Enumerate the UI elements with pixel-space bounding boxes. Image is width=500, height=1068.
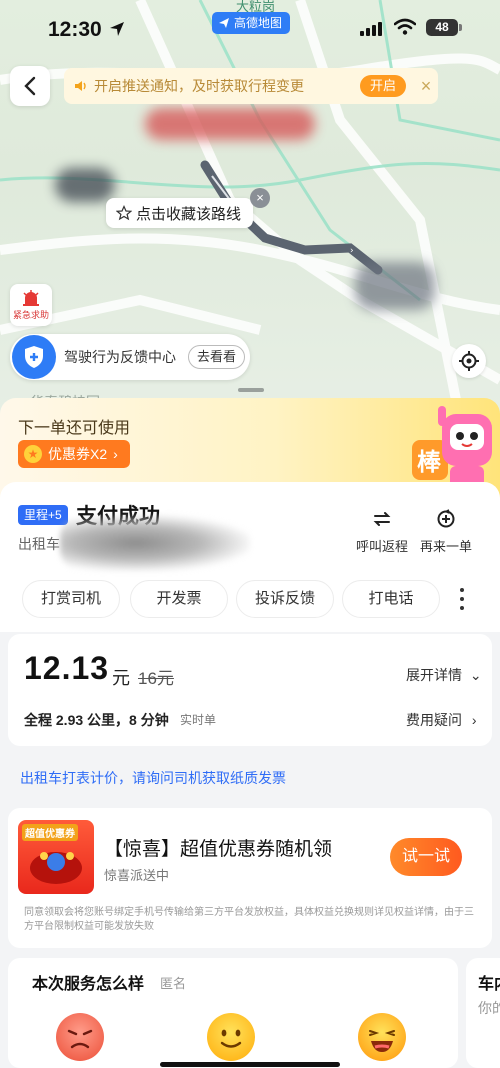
fare-unit: 元 <box>112 668 130 688</box>
cell-signal-icon <box>360 22 382 36</box>
trip-summary: 全程 2.93 公里，8 分钟 <box>24 712 169 728</box>
consent-text: 同意领取会将您账号绑定手机号传输给第三方平台发放权益，具体权益兑换规则详见权益详… <box>24 907 474 932</box>
call-driver-button[interactable]: 打电话 <box>342 580 440 618</box>
taxi-invoice-note: 出租车打表计价，请询问司机获取纸质发票 <box>20 770 286 786</box>
star-outline-icon <box>116 205 132 221</box>
coupon-thumbnail: 超值优惠券 <box>18 820 94 894</box>
smile-face-icon[interactable] <box>206 1012 256 1062</box>
expand-details-link[interactable]: 展开详情 ⌄ <box>406 665 482 685</box>
back-button[interactable] <box>10 66 50 106</box>
driving-feedback-entry[interactable]: 驾驶行为反馈中心 去看看 <box>10 334 250 380</box>
reorder-button[interactable]: 再来一单 <box>420 508 472 555</box>
next-card-subtitle: 你的 <box>478 1000 500 1016</box>
call-return-trip-label: 呼叫返程 <box>356 539 409 554</box>
blurred-area <box>355 262 435 310</box>
push-notice-bar: 开启推送通知，及时获取行程变更 开启 × <box>64 68 438 104</box>
enable-push-button[interactable]: 开启 <box>359 75 406 97</box>
anonymous-tag: 匿名 <box>160 976 187 991</box>
amap-return-badge[interactable]: 高德地图 <box>212 12 291 34</box>
sos-button[interactable]: 紧急求助 <box>10 284 52 326</box>
mascot-text: 棒 <box>417 448 442 476</box>
star-icon: ★ <box>24 445 42 463</box>
wifi-icon <box>394 18 416 35</box>
surprise-subtitle: 惊喜派送中 <box>104 868 170 883</box>
chevron-down-icon: ⌄ <box>469 667 482 683</box>
chevron-left-icon <box>24 76 36 96</box>
original-fare: 16元 <box>138 669 174 688</box>
crosshair-icon <box>459 351 479 371</box>
battery-indicator: 48 <box>426 19 462 36</box>
sos-label: 紧急求助 <box>12 309 49 320</box>
speaker-icon <box>75 81 86 91</box>
favorite-route-tip[interactable]: 点击收藏该路线 <box>106 198 254 228</box>
tip-driver-button[interactable]: 打赏司机 <box>22 580 120 618</box>
favorite-route-label: 点击收藏该路线 <box>136 205 242 223</box>
svg-text:›: › <box>350 246 354 256</box>
clock: 12:30 <box>48 18 102 41</box>
rating-title: 本次服务怎么样 <box>32 976 145 993</box>
blurred-area <box>55 168 115 202</box>
blurred-area <box>145 108 315 140</box>
send-icon <box>219 18 229 28</box>
redacted-driver-info <box>60 515 250 571</box>
coupon-label: 优惠券X2 <box>48 446 108 462</box>
shield-plus-icon <box>12 335 56 379</box>
reorder-icon <box>437 509 455 528</box>
next-card-title: 车内 <box>478 976 500 993</box>
close-icon[interactable]: × <box>414 74 438 98</box>
feedback-label: 驾驶行为反馈中心 <box>64 349 176 365</box>
more-options-icon[interactable] <box>452 588 472 610</box>
status-bar: 12:30 高德地图 48 <box>0 0 500 58</box>
mileage-badge: 里程+5 <box>18 505 68 525</box>
home-indicator <box>160 1062 340 1067</box>
coupon-chip[interactable]: ★ 优惠券X2 › <box>18 440 130 468</box>
alarm-icon <box>23 289 39 306</box>
mascot-illustration: 棒 <box>412 406 492 488</box>
angry-face-icon[interactable] <box>55 1012 105 1062</box>
fee-question-label: 费用疑问 <box>406 712 462 728</box>
complaint-button[interactable]: 投诉反馈 <box>236 580 334 618</box>
reorder-label: 再来一单 <box>420 539 473 554</box>
return-trip-icon <box>373 512 391 526</box>
locate-me-button[interactable] <box>452 344 486 378</box>
surprise-title: 【惊喜】超值优惠券随机领 <box>104 839 333 860</box>
laugh-face-icon[interactable] <box>357 1012 407 1062</box>
call-return-trip-button[interactable]: 呼叫返程 <box>356 508 408 555</box>
vehicle-type: 出租车 <box>18 536 60 552</box>
drag-handle[interactable] <box>238 388 264 392</box>
fee-question-link[interactable]: 费用疑问 › <box>406 710 477 730</box>
gift-box-icon <box>30 852 82 884</box>
chevron-right-icon: › <box>471 712 477 728</box>
chevron-right-icon: › <box>113 446 118 462</box>
location-arrow-icon <box>110 22 124 36</box>
realtime-order-tag: 实时单 <box>180 713 217 727</box>
amap-badge-label: 高德地图 <box>234 16 283 30</box>
fare-amount: 12.13 <box>24 650 110 686</box>
invoice-button[interactable]: 开发票 <box>130 580 228 618</box>
expand-details-label: 展开详情 <box>406 667 462 683</box>
notice-text: 开启推送通知，及时获取行程变更 <box>94 78 304 94</box>
close-tip-icon[interactable]: × <box>250 188 270 208</box>
try-button[interactable]: 试一试 <box>390 838 462 876</box>
promo-title: 下一单还可使用 <box>18 420 131 437</box>
go-see-button[interactable]: 去看看 <box>188 345 246 369</box>
